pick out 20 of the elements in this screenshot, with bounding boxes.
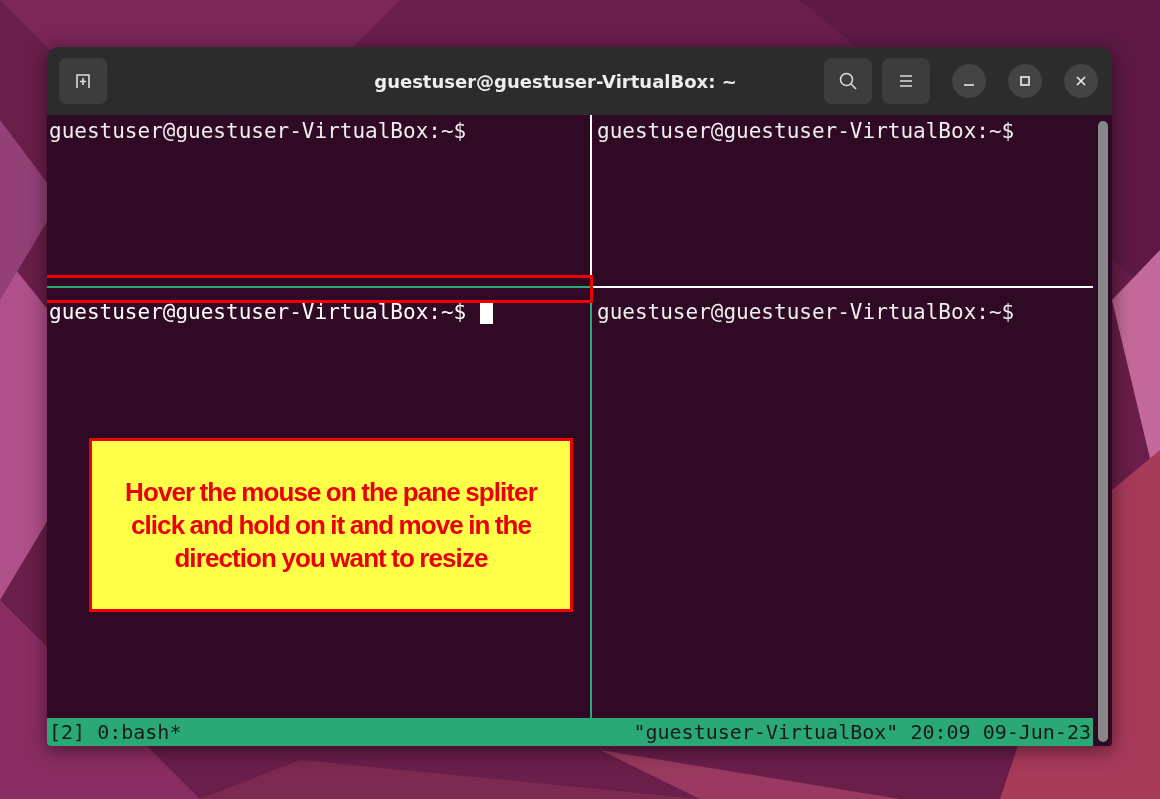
scrollbar[interactable] xyxy=(1098,121,1108,742)
shell-prompt: guestuser@guestuser-VirtualBox:~$ xyxy=(49,300,467,324)
shell-prompt: guestuser@guestuser-VirtualBox:~$ xyxy=(597,300,1015,324)
menu-icon xyxy=(898,73,914,89)
menu-button[interactable] xyxy=(882,58,930,104)
annotation-callout: Hover the mouse on the pane spliter click and hold on it and move in the direction you want to resize xyxy=(89,438,573,612)
status-text: [2] 0:bash* xyxy=(49,720,182,744)
status-text: "guestuser-VirtualBox" 20:09 09-Jun-23 xyxy=(633,720,1091,744)
close-button[interactable] xyxy=(1064,64,1098,98)
shell-prompt: guestuser@guestuser-VirtualBox:~$ xyxy=(49,119,467,143)
new-tab-button[interactable] xyxy=(59,58,107,104)
shell-prompt: guestuser@guestuser-VirtualBox:~$ xyxy=(597,119,1015,143)
maximize-button[interactable] xyxy=(1008,64,1042,98)
search-icon xyxy=(838,71,858,91)
close-icon xyxy=(1075,75,1087,87)
minimize-icon xyxy=(964,84,974,86)
maximize-icon xyxy=(1019,75,1031,87)
new-tab-icon xyxy=(74,72,92,90)
search-button[interactable] xyxy=(824,58,872,104)
window-title: guestuser@guestuser-VirtualBox: ~ xyxy=(373,70,738,92)
